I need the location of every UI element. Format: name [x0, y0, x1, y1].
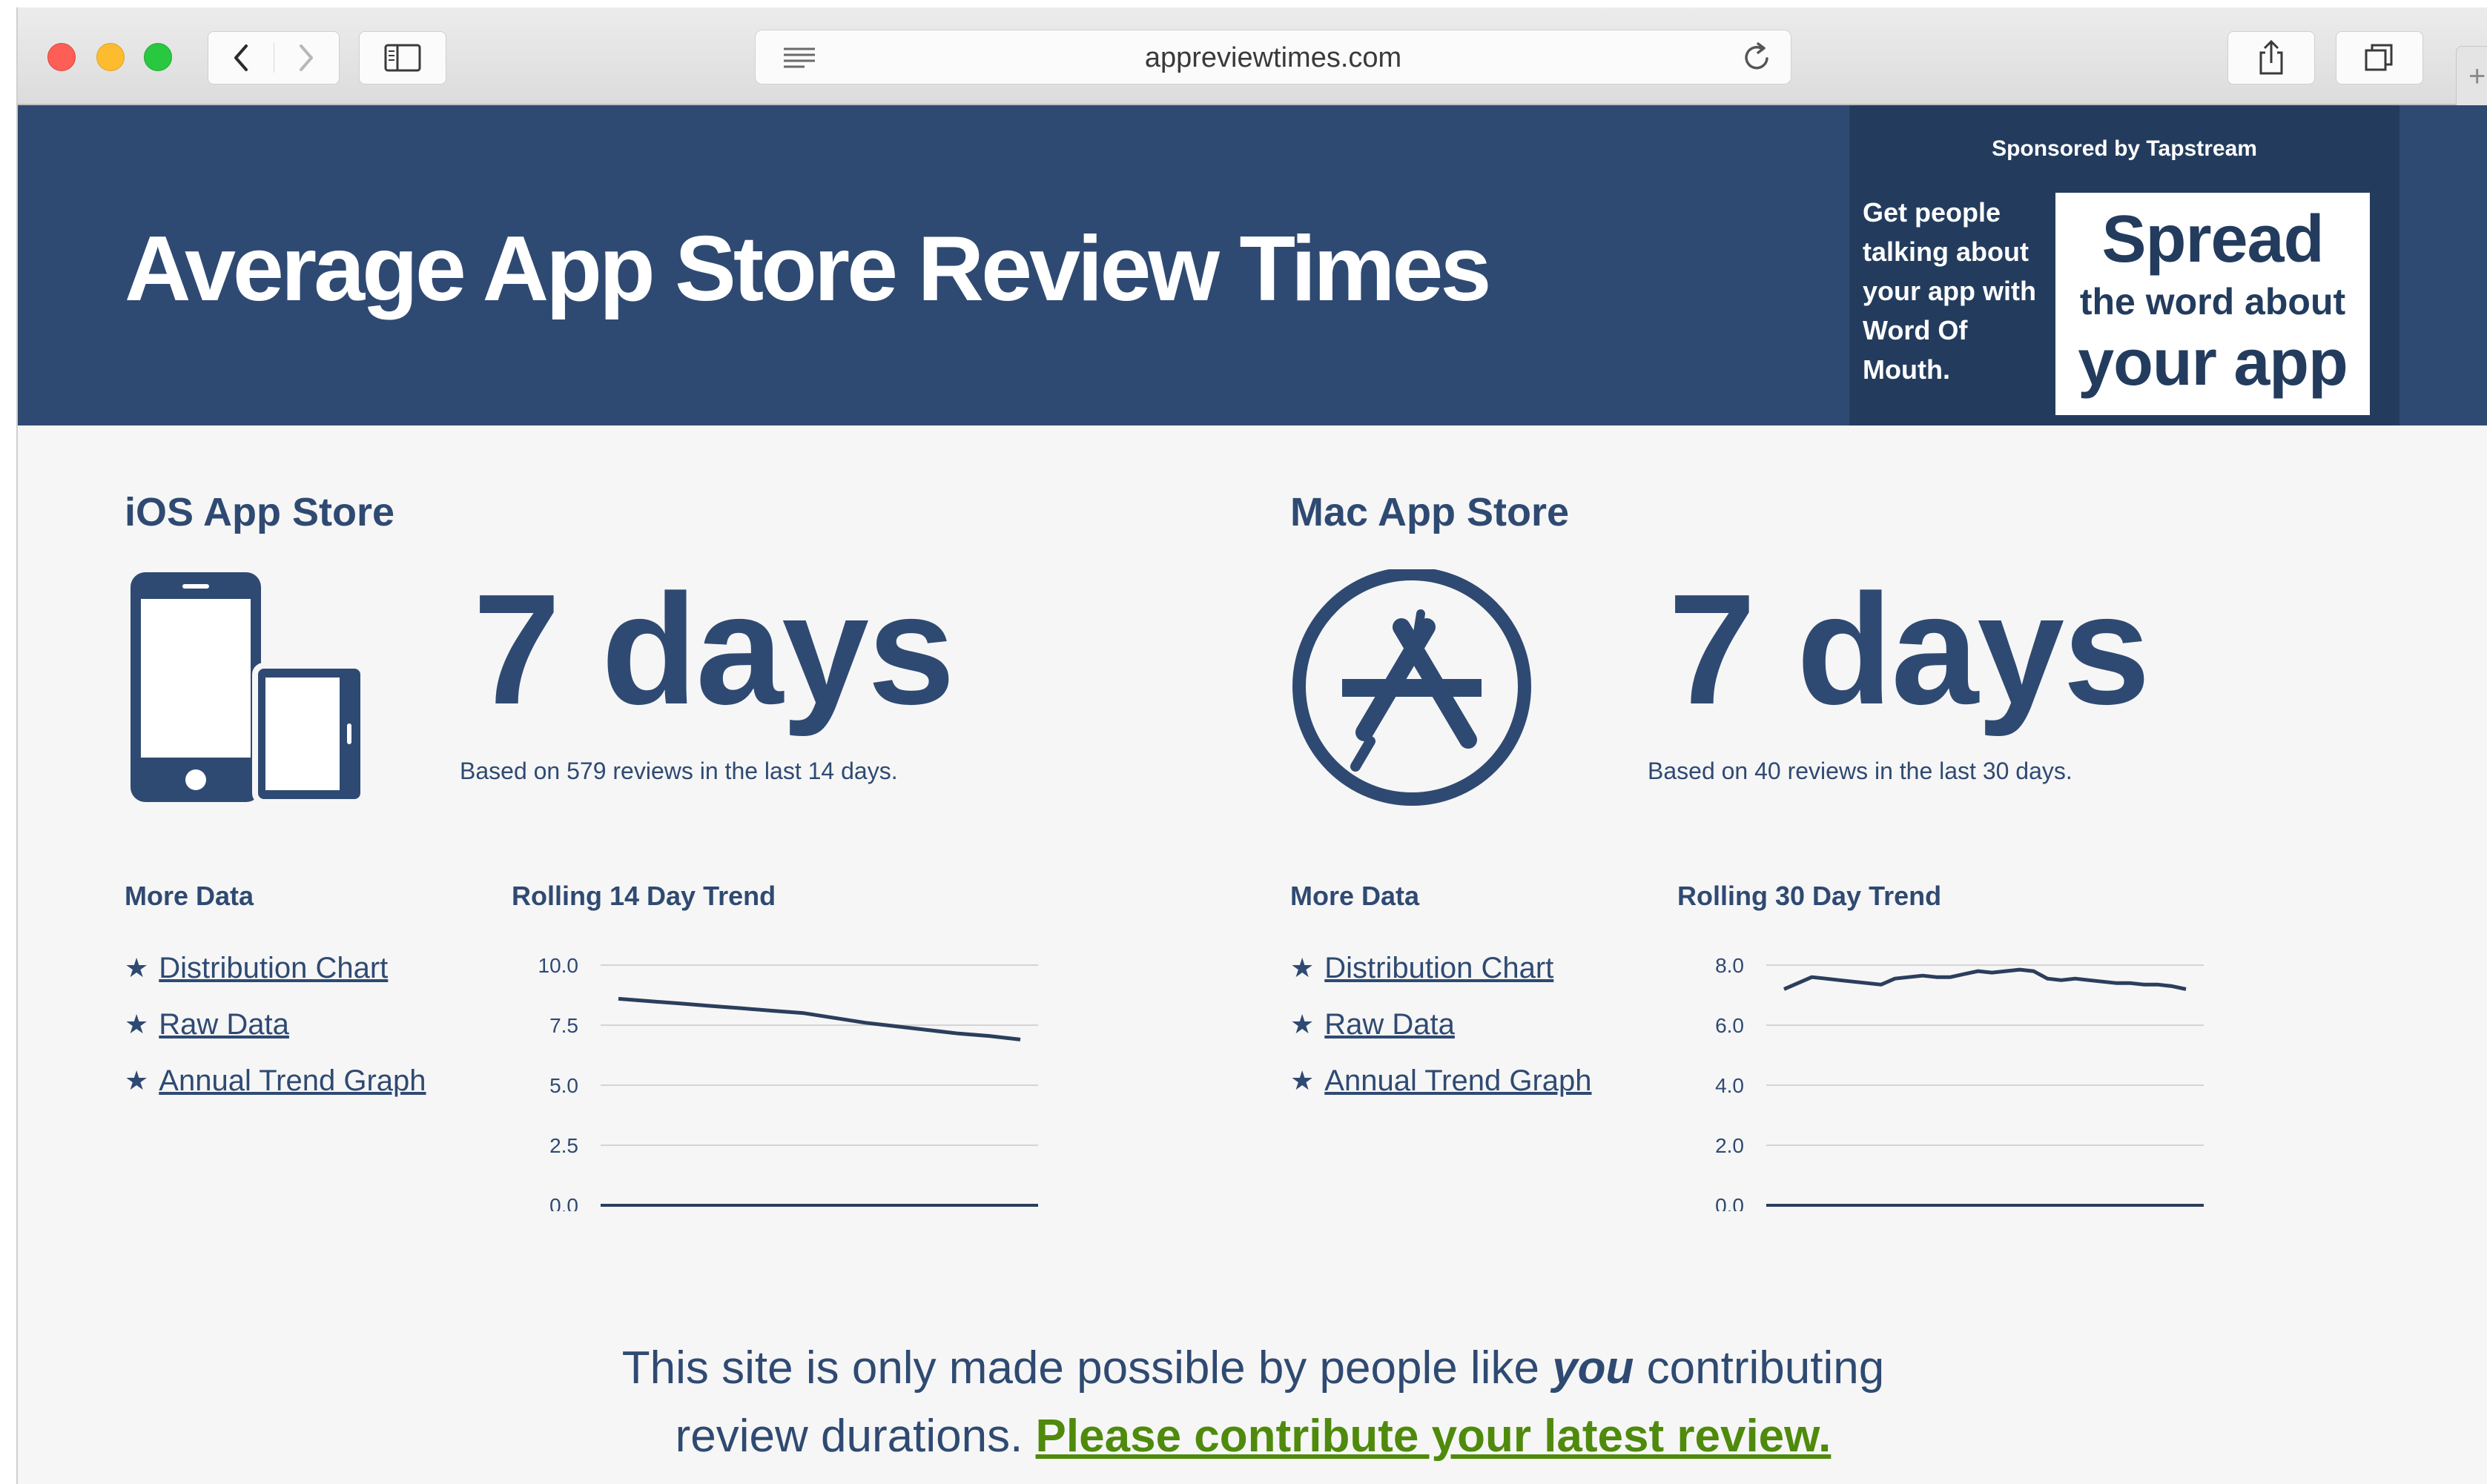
chart-y-tick-label: 4.0 — [1715, 1074, 1744, 1097]
tabs-overview-button[interactable] — [2336, 31, 2423, 85]
ios-based-prefix: Based on — [460, 758, 567, 784]
ad-sponsor-prefix: Sponsored by — [1992, 136, 2147, 161]
mac-more-data-links: ★ Distribution Chart ★ Raw Data ★ Annual Tr… — [1290, 940, 1592, 1109]
share-icon — [2259, 39, 2283, 75]
ad-sponsor-line: Sponsored by Tapstream — [1849, 136, 2400, 162]
chart-y-tick-label: 8.0 — [1715, 954, 1744, 977]
ad-copy-line: talking about — [1863, 236, 2029, 267]
minimize-window-button[interactable] — [96, 43, 125, 71]
new-tab-button[interactable]: + — [2456, 46, 2487, 110]
ios-distribution-chart-link[interactable]: Distribution Chart — [159, 952, 388, 985]
list-item: ★ Raw Data — [125, 996, 426, 1053]
mac-raw-data-link[interactable]: Raw Data — [1324, 1008, 1455, 1041]
ad-banner-line2: the word about — [2079, 281, 2346, 322]
ad-copy-line: Mouth. — [1863, 354, 1950, 385]
chart-y-tick-label: 10.0 — [538, 954, 579, 977]
zoom-window-button[interactable] — [144, 43, 172, 71]
mac-reviews-link[interactable]: 40 reviews — [1754, 758, 1868, 784]
contribute-line-2: review durations. Please contribute your… — [18, 1402, 2487, 1471]
site-header: Average App Store Review Times Sponsored… — [18, 105, 2487, 425]
mac-based-prefix: Based on — [1648, 758, 1755, 784]
chevron-right-icon — [300, 44, 314, 71]
ad-copy-line: your app with — [1863, 276, 2036, 306]
forward-button[interactable] — [274, 43, 340, 73]
site-title: Average App Store Review Times — [125, 218, 1491, 320]
contribute-line-1: This site is only made possible by peopl… — [18, 1334, 2487, 1402]
mac-annual-trend-link[interactable]: Annual Trend Graph — [1324, 1064, 1591, 1098]
ad-copy-line: Get people — [1863, 197, 2001, 228]
list-item: ★ Annual Trend Graph — [1290, 1053, 1592, 1109]
ios-trend-title: Rolling 14 Day Trend — [512, 881, 776, 911]
chart-series-line — [618, 996, 1021, 1041]
back-button[interactable] — [208, 43, 274, 73]
mac-more-data-title: More Data — [1290, 881, 1420, 911]
tabs-icon — [2365, 44, 2393, 71]
mac-review-days: 7 days — [1668, 561, 2150, 737]
ios-based-suffix: in the last 14 days. — [693, 758, 898, 784]
ios-raw-data-link[interactable]: Raw Data — [159, 1008, 289, 1041]
chart-y-tick-label: 7.5 — [549, 1014, 578, 1037]
iphone-ipad-icon — [131, 572, 366, 805]
chart-y-tick-label: 2.5 — [549, 1134, 578, 1157]
list-item: ★ Annual Trend Graph — [125, 1053, 426, 1109]
chart-y-tick-label: 6.0 — [1715, 1014, 1744, 1037]
ad-copy-line: Word Of — [1863, 315, 1968, 345]
chart-y-tick-label: 0.0 — [1715, 1194, 1744, 1211]
ios-based-on: Based on 579 reviews in the last 14 days… — [460, 758, 898, 785]
close-window-button[interactable] — [47, 43, 76, 71]
browser-toolbar: appreviewtimes.com + — [18, 7, 2487, 110]
mac-distribution-chart-link[interactable]: Distribution Chart — [1324, 952, 1553, 985]
ad-banner[interactable]: Spread the word about your app — [2055, 193, 2370, 415]
contribute-message: This site is only made possible by peopl… — [18, 1334, 2487, 1471]
ad-banner-line1: Spread — [2101, 202, 2324, 276]
ios-more-data-title: More Data — [125, 881, 254, 911]
contribute-line2-prefix: review durations. — [675, 1411, 1036, 1462]
list-item: ★ Distribution Chart — [1290, 940, 1592, 996]
browser-window: appreviewtimes.com + Average App Store R… — [16, 7, 2487, 1484]
ios-reviews-link[interactable]: 579 reviews — [567, 758, 693, 784]
star-icon: ★ — [1290, 1009, 1315, 1039]
app-store-icon — [1292, 569, 1531, 806]
ios-more-data-links: ★ Distribution Chart ★ Raw Data ★ Annual Tr… — [125, 940, 426, 1109]
url-text: appreviewtimes.com — [1144, 42, 1402, 73]
contribute-emphasis: you — [1552, 1342, 1634, 1394]
sidebar-icon — [384, 44, 421, 72]
mac-based-on: Based on 40 reviews in the last 30 days. — [1648, 758, 2072, 785]
ios-review-days: 7 days — [473, 561, 955, 737]
list-item: ★ Distribution Chart — [125, 940, 426, 996]
contribute-suffix: contributing — [1634, 1342, 1885, 1394]
sidebar-button[interactable] — [359, 31, 446, 85]
mac-trend-chart: 0.0 2.0 4.0 6.0 8.0 — [1715, 954, 2204, 1211]
mac-section: Mac App Store 7 days Based on 40 reviews… — [1290, 425, 2447, 1278]
contribute-prefix: This site is only made possible by peopl… — [621, 1342, 1553, 1394]
history-nav-group — [208, 31, 340, 85]
chart-y-tick-label: 2.0 — [1715, 1134, 1744, 1157]
star-icon: ★ — [125, 1009, 149, 1039]
star-icon: ★ — [1290, 953, 1315, 983]
mac-title: Mac App Store — [1290, 490, 1570, 534]
star-icon: ★ — [125, 1065, 149, 1096]
contribute-review-link[interactable]: Please contribute your latest review. — [1036, 1411, 1832, 1462]
mac-based-suffix: in the last 30 days. — [1868, 758, 2072, 784]
chart-y-tick-label: 5.0 — [549, 1074, 578, 1097]
star-icon: ★ — [125, 953, 149, 983]
chevron-left-icon — [234, 44, 248, 71]
ios-annual-trend-link[interactable]: Annual Trend Graph — [159, 1064, 426, 1098]
ad-copy: Get people talking about your app with W… — [1863, 193, 2048, 389]
sponsor-ad[interactable]: Sponsored by Tapstream Get people talkin… — [1849, 105, 2400, 425]
mac-trend-title: Rolling 30 Day Trend — [1677, 881, 1942, 911]
chart-y-tick-label: 0.0 — [549, 1194, 578, 1211]
ios-title: iOS App Store — [125, 490, 395, 534]
ios-trend-chart: 0.0 2.5 5.0 7.5 10.0 — [538, 954, 1038, 1211]
ad-banner-line3: your app — [2078, 325, 2348, 399]
chart-series-line — [1783, 967, 2187, 991]
share-button[interactable] — [2227, 31, 2315, 85]
ios-section: iOS App Store 7 days Based on 579 review… — [125, 425, 1281, 1278]
address-bar[interactable]: appreviewtimes.com — [755, 30, 1791, 85]
reload-icon[interactable] — [1740, 41, 1773, 73]
star-icon: ★ — [1290, 1065, 1315, 1096]
ad-sponsor-link[interactable]: Tapstream — [2146, 136, 2257, 161]
list-item: ★ Raw Data — [1290, 996, 1592, 1053]
